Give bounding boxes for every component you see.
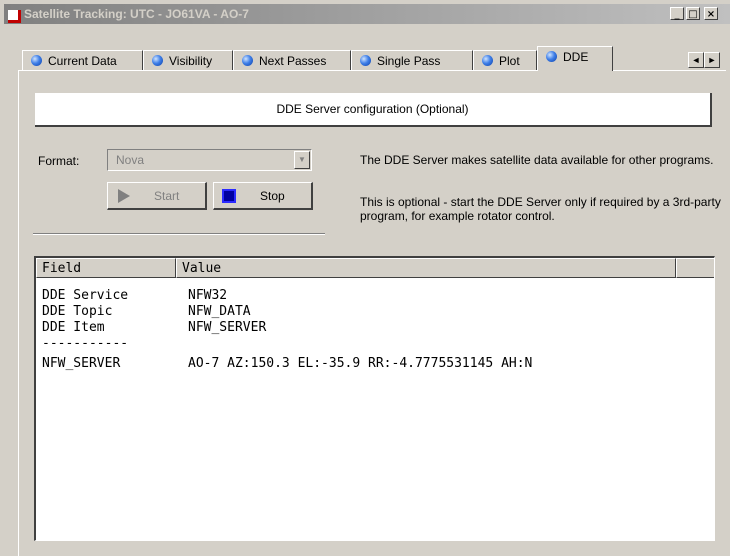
- minimize-button[interactable]: _: [670, 7, 684, 20]
- globe-icon: [546, 51, 557, 62]
- column-header-filler: [676, 258, 714, 278]
- app-window: Satellite Tracking: UTC - JO61VA - AO-7 …: [0, 0, 730, 556]
- tab-single-pass[interactable]: Single Pass: [351, 50, 473, 71]
- start-button[interactable]: Start: [107, 182, 207, 210]
- format-select[interactable]: Nova ▼: [107, 149, 312, 171]
- tab-label: Next Passes: [259, 54, 327, 68]
- dde-config-header: DDE Server configuration (Optional): [35, 93, 712, 127]
- tab-label: Current Data: [48, 54, 117, 68]
- stop-button[interactable]: Stop: [213, 182, 313, 210]
- globe-icon: [242, 55, 253, 66]
- stop-button-label: Stop: [260, 189, 285, 203]
- maximize-button[interactable]: □: [686, 7, 700, 20]
- list-item-value: NFW_SERVER: [188, 320, 267, 335]
- tab-scroll-left-button[interactable]: ◄: [688, 52, 704, 68]
- tab-label: Single Pass: [377, 54, 441, 68]
- tab-scroll-right-button[interactable]: ►: [704, 52, 720, 68]
- close-button[interactable]: ×: [704, 7, 718, 20]
- stop-icon: [222, 189, 236, 203]
- play-icon: [118, 189, 130, 203]
- globe-icon: [482, 55, 493, 66]
- tab-plot[interactable]: Plot: [473, 50, 537, 71]
- dde-field-list[interactable]: Field Value DDE Service NFW32 DDE Topic …: [34, 256, 715, 541]
- column-header-field[interactable]: Field: [36, 258, 176, 278]
- title-bar[interactable]: Satellite Tracking: UTC - JO61VA - AO-7 …: [4, 4, 730, 24]
- list-item-value: NFW_DATA: [188, 304, 251, 319]
- list-item-field: DDE Service: [42, 288, 129, 303]
- tab-label: DDE: [563, 50, 589, 64]
- tab-strip: Current Data Visibility Next Passes Sing…: [0, 28, 730, 71]
- tab-next-passes[interactable]: Next Passes: [233, 50, 351, 71]
- tab-dde[interactable]: DDE: [537, 46, 613, 71]
- dde-description: The DDE Server makes satellite data avai…: [360, 153, 714, 167]
- tab-label: Visibility: [169, 54, 213, 68]
- app-icon: [8, 10, 21, 23]
- list-item-field: -----------: [42, 336, 129, 351]
- list-item-value: NFW32: [188, 288, 228, 303]
- tab-visibility[interactable]: Visibility: [143, 50, 233, 71]
- globe-icon: [360, 55, 371, 66]
- column-header-value[interactable]: Value: [176, 258, 676, 278]
- list-item-field: NFW_SERVER: [42, 356, 121, 371]
- globe-icon: [152, 55, 163, 66]
- format-label: Format:: [38, 154, 80, 168]
- list-item-value: AO-7 AZ:150.3 EL:-35.9 RR:-4.7775531145 …: [188, 356, 533, 371]
- tab-current-data[interactable]: Current Data: [22, 50, 143, 71]
- globe-icon: [31, 55, 42, 66]
- separator: [33, 233, 325, 235]
- tab-label: Plot: [499, 54, 520, 68]
- list-item-field: DDE Topic: [42, 304, 113, 319]
- dde-optional-note: This is optional - start the DDE Server …: [360, 195, 721, 223]
- chevron-down-icon[interactable]: ▼: [294, 151, 310, 169]
- list-item-field: DDE Item: [42, 320, 105, 335]
- window-title: Satellite Tracking: UTC - JO61VA - AO-7: [24, 7, 249, 21]
- start-button-label: Start: [154, 189, 180, 203]
- format-value: Nova: [116, 153, 145, 167]
